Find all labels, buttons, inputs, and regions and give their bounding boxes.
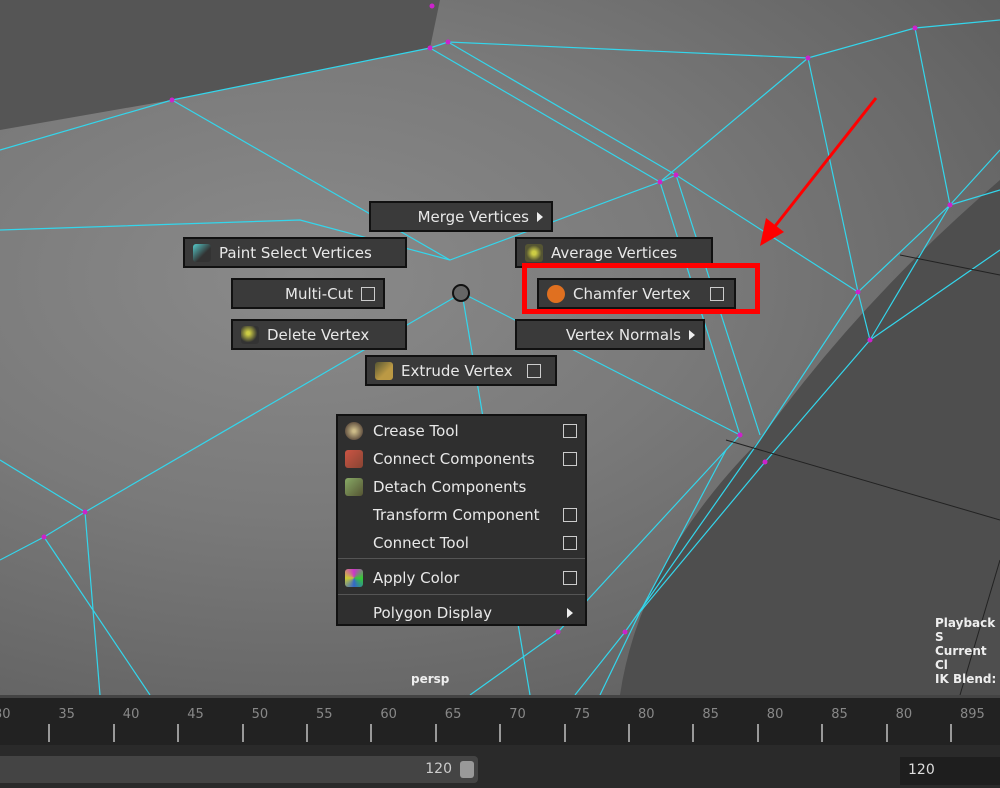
delete-vertex-label: Delete Vertex <box>267 325 370 344</box>
menu-item-label: Detach Components <box>373 478 527 496</box>
option-box-icon[interactable] <box>526 363 541 378</box>
range-end-value: 120 <box>425 761 452 777</box>
timeline-label: 45 <box>187 707 204 722</box>
submenu-arrow-icon <box>689 329 695 340</box>
menu-item-label: Connect Tool <box>373 534 469 552</box>
timeline-label: 35 <box>58 707 75 722</box>
menu-item-transform-component[interactable]: Transform Component <box>338 502 585 528</box>
extrude-vertex-icon <box>375 361 393 380</box>
timeline-label: 85 <box>702 707 719 722</box>
timeline-tick <box>112 724 115 742</box>
timeline-tick <box>563 724 566 742</box>
option-box-icon[interactable] <box>563 452 577 466</box>
timeline-label: 80 <box>766 707 784 722</box>
submenu-arrow-icon <box>567 608 573 618</box>
timeline-label: 75 <box>573 707 591 722</box>
paint-select-icon <box>193 243 211 262</box>
timeline-label: 50 <box>251 707 269 722</box>
timeline-label: 65 <box>444 707 462 722</box>
merge-vertices-item[interactable]: Merge Vertices <box>369 201 553 232</box>
paint-select-label: Paint Select Vertices <box>219 243 372 262</box>
menu-item-connect-components[interactable]: Connect Components <box>338 446 585 472</box>
menu-item-label: Connect Components <box>373 450 535 468</box>
menu-item-apply-color[interactable]: Apply Color <box>338 565 585 591</box>
range-bar[interactable]: 120 <box>0 756 478 783</box>
paint-select-vertices-item[interactable]: Paint Select Vertices <box>183 237 407 268</box>
menu-item-label: Apply Color <box>373 569 460 587</box>
timeline-label: 60 <box>380 707 397 722</box>
detach-components-icon <box>345 478 363 496</box>
timeline-label: 85 <box>831 707 848 722</box>
highlight-box <box>522 263 760 314</box>
option-box-icon[interactable] <box>563 571 577 585</box>
timeline-label: 80 <box>638 707 655 722</box>
context-menu: Crease Tool Connect Components Detach Co… <box>336 414 587 626</box>
menu-item-label: Polygon Display <box>373 604 492 622</box>
time-slider[interactable]: 30 35 40 45 50 55 60 65 70 75 80 85 80 85 80 895 <box>0 695 1000 745</box>
timeline-tick <box>434 724 437 742</box>
submenu-arrow-icon <box>537 211 543 222</box>
timeline-label: 895 <box>960 707 985 722</box>
timeline-tick <box>48 724 51 742</box>
delete-vertex-icon <box>241 325 259 344</box>
menu-item-connect-tool[interactable]: Connect Tool <box>338 530 585 556</box>
menu-item-label: Crease Tool <box>373 422 459 440</box>
menu-item-label: Transform Component <box>373 506 540 524</box>
timeline-tick <box>885 724 888 742</box>
vertex-normals-label: Vertex Normals <box>565 325 681 344</box>
timeline-tick <box>950 724 952 742</box>
multi-cut-item[interactable]: Multi-Cut <box>231 278 385 309</box>
average-vertices-label: Average Vertices <box>551 243 678 262</box>
marking-menu-center <box>452 284 470 302</box>
camera-label: persp <box>411 672 450 686</box>
range-handle[interactable] <box>460 761 474 778</box>
timeline-tick <box>370 724 373 742</box>
connect-components-icon <box>345 450 363 468</box>
timeline-label: 70 <box>509 707 526 722</box>
crease-tool-icon <box>345 422 363 440</box>
option-box-icon[interactable] <box>563 508 577 522</box>
menu-divider <box>338 594 585 595</box>
viewport-persp[interactable]: Merge Vertices Paint Select Vertices Mul… <box>0 0 1000 695</box>
timeline-label: 30 <box>0 707 11 722</box>
vertex-normals-item[interactable]: Vertex Normals <box>515 319 705 350</box>
range-slider[interactable]: 120 120 <box>0 745 1000 788</box>
timeline-tick <box>756 724 759 742</box>
timeline-tick <box>241 724 244 742</box>
menu-item-crease-tool[interactable]: Crease Tool <box>338 418 585 444</box>
option-box-icon[interactable] <box>361 286 375 301</box>
timeline-tick <box>821 724 824 742</box>
menu-item-detach-components[interactable]: Detach Components <box>338 474 585 500</box>
timeline-tick <box>306 724 308 742</box>
hud-playback: Playback S <box>935 616 996 644</box>
menu-item-polygon-display[interactable]: Polygon Display <box>338 600 585 626</box>
timeline-label: 80 <box>895 707 913 722</box>
option-box-icon[interactable] <box>563 536 577 550</box>
end-time-field[interactable]: 120 <box>900 757 1000 785</box>
delete-vertex-item[interactable]: Delete Vertex <box>231 319 407 350</box>
timeline-tick <box>628 724 630 742</box>
option-box-icon[interactable] <box>563 424 577 438</box>
timeline-tick <box>177 724 180 742</box>
merge-vertices-label: Merge Vertices <box>417 207 529 226</box>
hud-ik-blend: IK Blend: <box>935 672 997 686</box>
timeline-tick <box>499 724 502 742</box>
red-arrow <box>760 97 878 246</box>
timeline-label: 40 <box>122 707 140 722</box>
extrude-vertex-item[interactable]: Extrude Vertex <box>365 355 557 386</box>
apply-color-icon <box>345 569 363 587</box>
menu-divider <box>338 558 585 559</box>
extrude-vertex-label: Extrude Vertex <box>401 361 513 380</box>
average-vertices-icon <box>525 243 543 262</box>
hud-current: Current Cl <box>935 644 987 672</box>
multi-cut-label: Multi-Cut <box>285 284 353 303</box>
timeline-tick <box>692 724 695 742</box>
timeline-label: 55 <box>316 707 333 722</box>
